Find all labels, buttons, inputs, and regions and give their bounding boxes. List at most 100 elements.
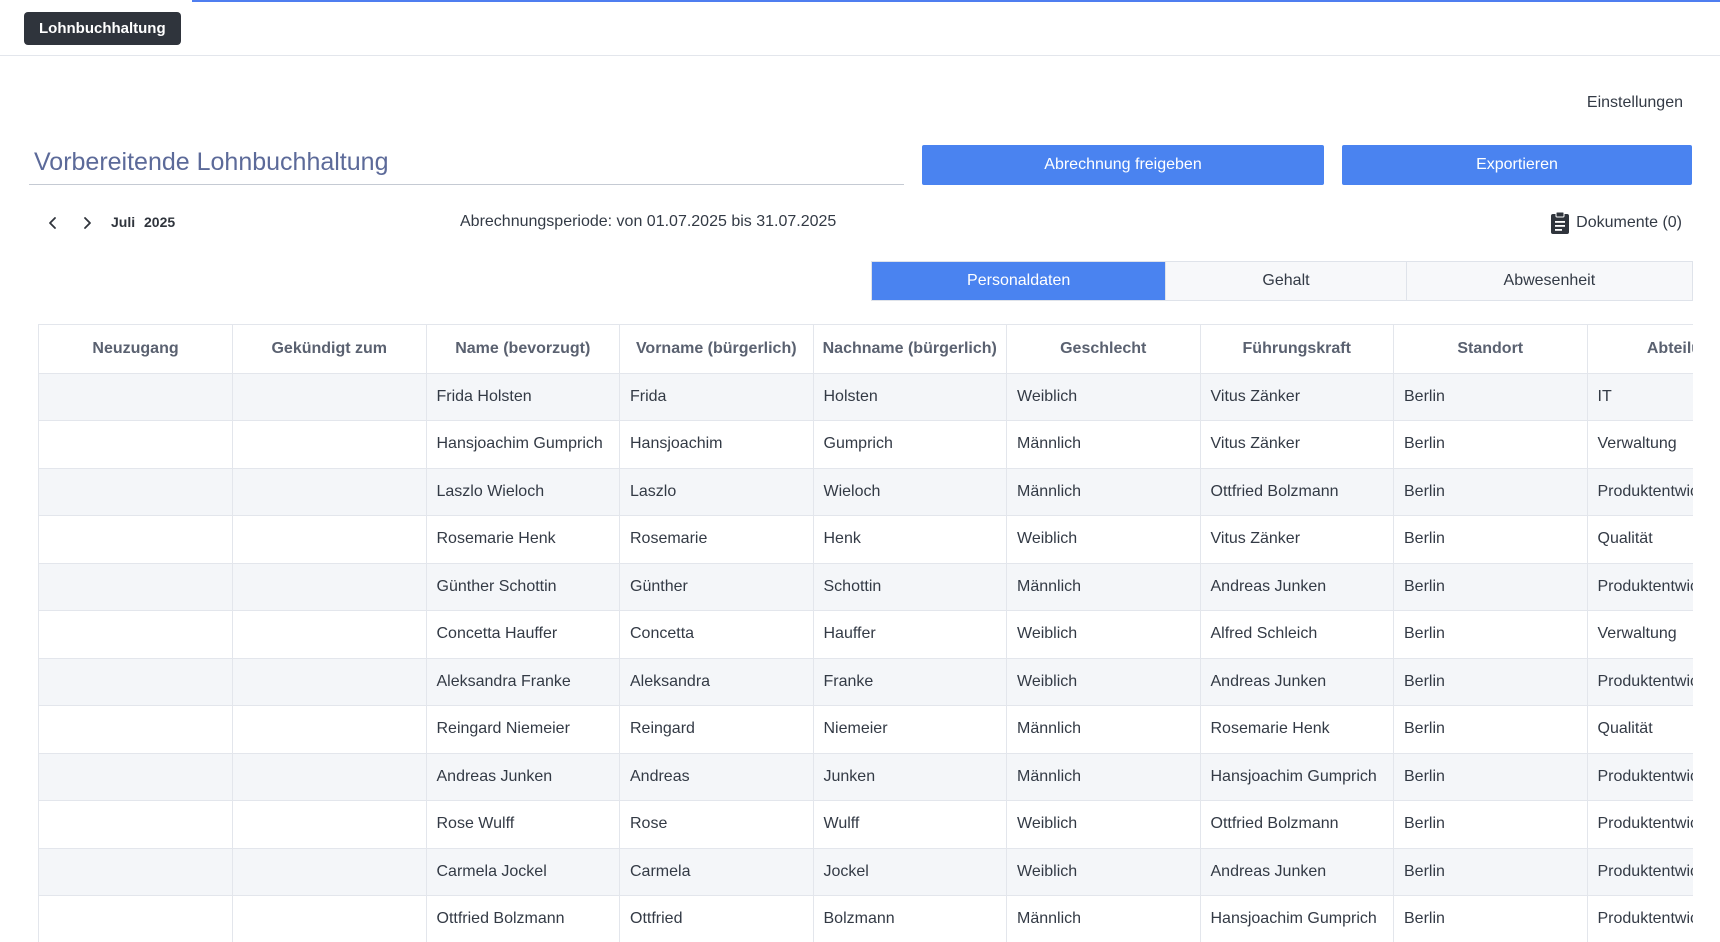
cell-standort: Berlin: [1393, 610, 1588, 659]
cell-neuzugang: [39, 420, 233, 469]
next-month-button[interactable]: [76, 210, 98, 236]
column-header-fuehrungskraft[interactable]: Führungskraft: [1200, 325, 1394, 374]
cell-fuehrungskraft: Vitus Zänker: [1200, 515, 1394, 564]
cell-name: Aleksandra Franke: [426, 658, 620, 706]
cell-name: Concetta Hauffer: [426, 610, 620, 659]
cell-abteilung: Qualität: [1587, 515, 1693, 564]
tab-personaldaten[interactable]: Personaldaten: [872, 262, 1167, 300]
cell-nachname: Holsten: [813, 373, 1007, 421]
table-row[interactable]: Rose Wulff Rose Wulff Weiblich Ottfried Bolz…: [39, 800, 1693, 849]
cell-neuzugang: [39, 705, 233, 754]
tab-gehalt[interactable]: Gehalt: [1166, 262, 1407, 300]
cell-neuzugang: [39, 515, 233, 564]
cell-geschlecht: Weiblich: [1006, 373, 1201, 421]
column-header-geschlecht[interactable]: Geschlecht: [1006, 325, 1201, 374]
cell-fuehrungskraft: Hansjoachim Gumprich: [1200, 753, 1394, 801]
cell-standort: Berlin: [1393, 658, 1588, 706]
cell-abteilung: Produktentwicklung: [1587, 468, 1693, 516]
table-row[interactable]: Andreas Junken Andreas Junken Männlich Hansj…: [39, 753, 1693, 801]
table-row[interactable]: Frida Holsten Frida Holsten Weiblich Vitus Z…: [39, 373, 1693, 421]
cell-fuehrungskraft: Andreas Junken: [1200, 563, 1394, 611]
tab-abwesenheit[interactable]: Abwesenheit: [1406, 262, 1692, 300]
cell-abteilung: Verwaltung: [1587, 420, 1693, 469]
cell-standort: Berlin: [1393, 420, 1588, 469]
cell-gekuendigt: [232, 420, 427, 469]
cell-nachname: Schottin: [813, 563, 1007, 611]
cell-geschlecht: Weiblich: [1006, 848, 1201, 896]
table-row[interactable]: Reingard Niemeier Reingard Niemeier Männlic…: [39, 705, 1693, 754]
table-row[interactable]: Rosemarie Henk Rosemarie Henk Weiblich Vitus…: [39, 515, 1693, 564]
cell-geschlecht: Männlich: [1006, 563, 1201, 611]
cell-standort: Berlin: [1393, 515, 1588, 564]
cell-neuzugang: [39, 753, 233, 801]
cell-standort: Berlin: [1393, 563, 1588, 611]
cell-neuzugang: [39, 610, 233, 659]
table-row[interactable]: Günther Schottin Günther Schottin Männlich A…: [39, 563, 1693, 611]
cell-fuehrungskraft: Ottfried Bolzmann: [1200, 800, 1394, 849]
documents-label: Dokumente (0): [1576, 214, 1682, 231]
employee-table-container[interactable]: Neuzugang Gekündigt zum Name (bevorzugt)…: [38, 324, 1693, 942]
cell-gekuendigt: [232, 610, 427, 659]
table-row[interactable]: Laszlo Wieloch Laszlo Wieloch Männlich Ottfr…: [39, 468, 1693, 516]
cell-neuzugang: [39, 468, 233, 516]
cell-vorname: Ottfried: [619, 895, 814, 942]
cell-abteilung: Produktentwicklung: [1587, 563, 1693, 611]
cell-geschlecht: Männlich: [1006, 705, 1201, 754]
cell-nachname: Henk: [813, 515, 1007, 564]
column-header-vorname[interactable]: Vorname (bürgerlich): [619, 325, 814, 374]
cell-fuehrungskraft: Rosemarie Henk: [1200, 705, 1394, 754]
cell-standort: Berlin: [1393, 848, 1588, 896]
column-header-gekuendigt[interactable]: Gekündigt zum: [232, 325, 427, 374]
page-title-container: Vorbereitende Lohnbuchhaltung: [29, 145, 904, 185]
cell-standort: Berlin: [1393, 373, 1588, 421]
cell-geschlecht: Männlich: [1006, 420, 1201, 469]
cell-gekuendigt: [232, 800, 427, 849]
cell-geschlecht: Männlich: [1006, 895, 1201, 942]
release-payroll-button[interactable]: Abrechnung freigeben: [922, 145, 1324, 185]
column-header-name[interactable]: Name (bevorzugt): [426, 325, 620, 374]
cell-fuehrungskraft: Andreas Junken: [1200, 658, 1394, 706]
cell-name: Ottfried Bolzmann: [426, 895, 620, 942]
cell-abteilung: Verwaltung: [1587, 610, 1693, 659]
billing-period-text: Abrechnungsperiode: von 01.07.2025 bis 3…: [460, 213, 837, 230]
cell-gekuendigt: [232, 705, 427, 754]
table-row[interactable]: Concetta Hauffer Concetta Hauffer Weiblich A…: [39, 610, 1693, 659]
settings-link[interactable]: Einstellungen: [1587, 94, 1683, 112]
cell-neuzugang: [39, 895, 233, 942]
table-row[interactable]: Hansjoachim Gumprich Hansjoachim Gumprich M…: [39, 420, 1693, 469]
column-header-standort[interactable]: Standort: [1393, 325, 1588, 374]
cell-name: Rosemarie Henk: [426, 515, 620, 564]
cell-name: Reingard Niemeier: [426, 705, 620, 754]
chevron-right-icon: [84, 217, 91, 229]
cell-name: Andreas Junken: [426, 753, 620, 801]
cell-standort: Berlin: [1393, 468, 1588, 516]
cell-name: Carmela Jockel: [426, 848, 620, 896]
cell-gekuendigt: [232, 895, 427, 942]
clipboard-icon: [1551, 211, 1570, 234]
export-button[interactable]: Exportieren: [1342, 145, 1692, 185]
cell-neuzugang: [39, 658, 233, 706]
cell-abteilung: Produktentwicklung: [1587, 800, 1693, 849]
cell-nachname: Franke: [813, 658, 1007, 706]
previous-month-button[interactable]: [42, 210, 64, 236]
cell-standort: Berlin: [1393, 705, 1588, 754]
column-header-neuzugang[interactable]: Neuzugang: [39, 325, 233, 374]
cell-vorname: Frida: [619, 373, 814, 421]
cell-fuehrungskraft: Vitus Zänker: [1200, 420, 1394, 469]
cell-nachname: Gumprich: [813, 420, 1007, 469]
cell-gekuendigt: [232, 753, 427, 801]
cell-vorname: Reingard: [619, 705, 814, 754]
table-row[interactable]: Carmela Jockel Carmela Jockel Weiblich Andre…: [39, 848, 1693, 896]
documents-button[interactable]: Dokumente (0): [1550, 210, 1682, 236]
table-row[interactable]: Ottfried Bolzmann Ottfried Bolzmann Männlic…: [39, 895, 1693, 942]
column-header-abteilung[interactable]: Abteilung: [1587, 325, 1693, 374]
period-year: 2025: [144, 214, 176, 230]
chevron-left-icon: [49, 217, 56, 229]
table-row[interactable]: Aleksandra Franke Aleksandra Franke Weiblic…: [39, 658, 1693, 706]
tab-bar: Personaldaten Gehalt Abwesenheit: [871, 261, 1693, 301]
column-header-nachname[interactable]: Nachname (bürgerlich): [813, 325, 1007, 374]
cell-standort: Berlin: [1393, 753, 1588, 801]
top-bar: Lohnbuchhaltung: [0, 0, 1720, 56]
app-name-chip[interactable]: Lohnbuchhaltung: [24, 12, 181, 45]
period-month: Juli: [111, 214, 136, 230]
